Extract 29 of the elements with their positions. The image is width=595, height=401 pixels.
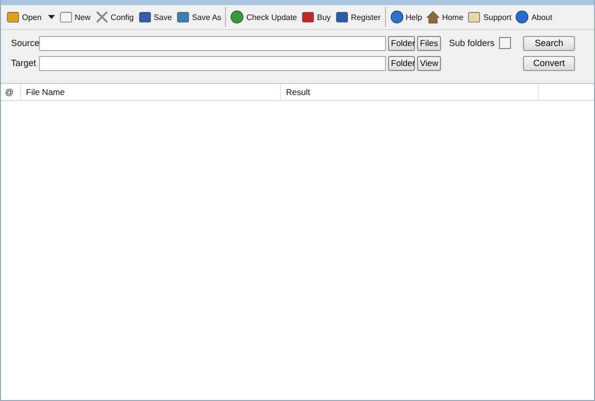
toolbar-button[interactable]: Check Update [228, 9, 300, 25]
sub-folders-label: Sub folders [449, 38, 496, 48]
toolbar-button[interactable]: Home [424, 9, 466, 25]
target-button[interactable]: Folder [388, 56, 415, 70]
house-icon [426, 10, 440, 24]
source-label: Source [11, 38, 37, 48]
toolbar-button[interactable]: New [56, 9, 93, 25]
toolbar-button[interactable]: About [513, 9, 554, 25]
page-icon [58, 10, 73, 24]
column-header[interactable]: Result [281, 84, 539, 100]
toolbar-button[interactable]: Save As [174, 9, 224, 25]
toolbar-button[interactable]: Support [465, 9, 514, 25]
target-label: Target [11, 58, 37, 68]
target-button[interactable]: View [417, 56, 441, 70]
target-field[interactable] [39, 56, 386, 70]
toolbar-button[interactable]: Open [4, 9, 57, 25]
source-button[interactable]: Folder [388, 36, 415, 50]
source-button[interactable]: Files [417, 36, 441, 50]
toolbar-button[interactable]: Config [92, 9, 136, 25]
toolbar-button[interactable]: Register [332, 9, 383, 25]
column-header[interactable]: File Name [21, 84, 281, 100]
column-header[interactable]: @ [1, 84, 21, 100]
convert-button[interactable]: Convert [523, 56, 575, 70]
toolbar-button[interactable]: Save [136, 9, 174, 25]
source-field[interactable] [39, 36, 386, 50]
toolbar-button[interactable]: Help [388, 9, 424, 25]
toolbar-button[interactable]: Buy [299, 9, 333, 25]
search-button[interactable]: Search [523, 36, 575, 50]
sub-folders-checkbox[interactable] [499, 37, 511, 49]
